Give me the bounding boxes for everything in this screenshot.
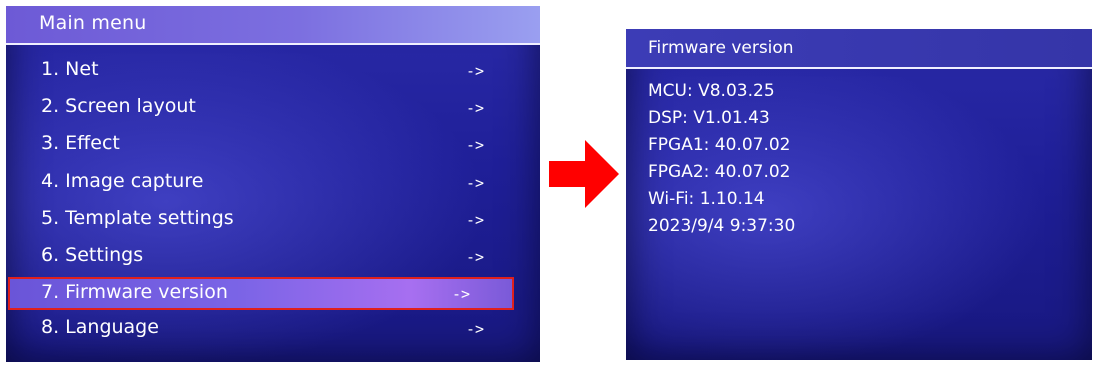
wifi-version: Wi-Fi: 1.10.14 bbox=[648, 189, 765, 209]
dsp-version: DSP: V1.01.43 bbox=[648, 108, 770, 128]
menu-item-label: 8. Language bbox=[41, 316, 159, 338]
date-time: 2023/9/4 9:37:30 bbox=[648, 216, 796, 236]
right-arrow-icon bbox=[549, 140, 619, 208]
arrow-right-icon: -> bbox=[466, 320, 485, 338]
arrow-right-icon: -> bbox=[466, 99, 485, 117]
menu-item-label: 6. Settings bbox=[41, 244, 144, 266]
arrow-right-icon: -> bbox=[466, 136, 485, 154]
menu-item-image-capture[interactable]: 4. Image capture -> bbox=[8, 166, 518, 198]
menu-item-language[interactable]: 8. Language -> bbox=[8, 312, 518, 344]
arrow-right-icon: -> bbox=[466, 211, 485, 229]
main-menu-header: Main menu bbox=[6, 6, 540, 45]
mcu-version: MCU: V8.03.25 bbox=[648, 81, 775, 101]
menu-item-label: 7. Firmware version bbox=[41, 281, 228, 303]
arrow-right-icon: -> bbox=[466, 174, 485, 192]
fpga2-version: FPGA2: 40.07.02 bbox=[648, 162, 791, 182]
menu-item-label: 5. Template settings bbox=[41, 207, 234, 229]
fpga1-version: FPGA1: 40.07.02 bbox=[648, 135, 791, 155]
menu-item-settings[interactable]: 6. Settings -> bbox=[8, 240, 518, 272]
arrow-right-icon: -> bbox=[452, 285, 471, 303]
menu-item-effect[interactable]: 3. Effect -> bbox=[8, 128, 518, 160]
firmware-title: Firmware version bbox=[648, 38, 794, 58]
menu-item-label: 4. Image capture bbox=[41, 170, 204, 192]
menu-item-label: 2. Screen layout bbox=[41, 95, 196, 117]
firmware-version-screen: Firmware version MCU: V8.03.25 DSP: V1.0… bbox=[626, 29, 1092, 360]
menu-item-template-settings[interactable]: 5. Template settings -> bbox=[8, 203, 518, 235]
menu-item-firmware-version[interactable]: 7. Firmware version -> bbox=[8, 277, 514, 310]
main-menu-screen: Main menu 1. Net -> 2. Screen layout -> … bbox=[6, 6, 540, 362]
menu-item-screen-layout[interactable]: 2. Screen layout -> bbox=[8, 91, 518, 123]
menu-item-label: 1. Net bbox=[41, 58, 99, 80]
menu-item-label: 3. Effect bbox=[41, 132, 120, 154]
arrow-right-icon: -> bbox=[466, 248, 485, 266]
arrow-right-icon: -> bbox=[466, 62, 485, 80]
firmware-header: Firmware version bbox=[626, 29, 1092, 69]
main-menu-title: Main menu bbox=[39, 12, 147, 34]
menu-item-net[interactable]: 1. Net -> bbox=[8, 54, 518, 86]
